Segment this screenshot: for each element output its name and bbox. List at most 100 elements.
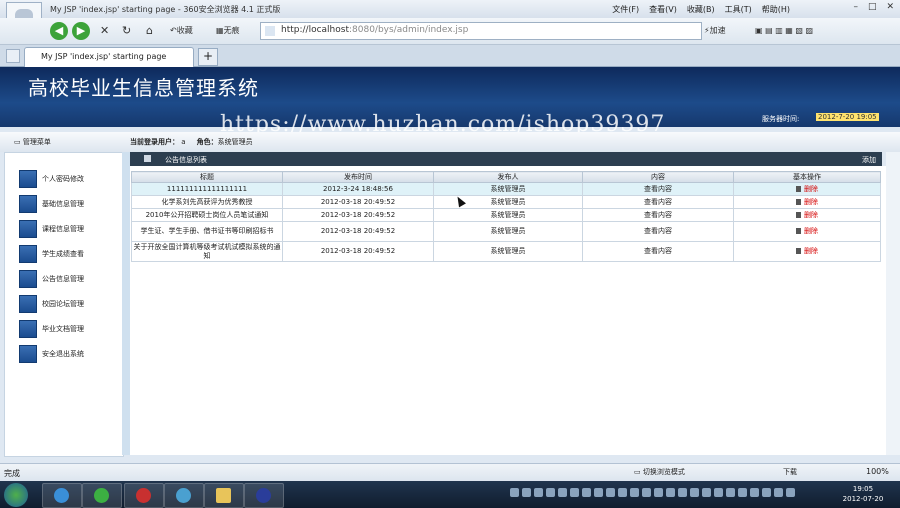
new-tab-button[interactable]: + <box>198 48 218 66</box>
sidebar-item-logout[interactable]: 安全退出系统 <box>19 344 84 364</box>
download-button[interactable]: 下载 <box>783 467 797 477</box>
tray-icon[interactable] <box>510 488 519 497</box>
tray-icon[interactable] <box>534 488 543 497</box>
tray-icon[interactable] <box>714 488 723 497</box>
sidebar-splitter[interactable] <box>122 152 130 455</box>
menu-file[interactable]: 文件(F) <box>612 4 639 15</box>
system-tray <box>510 488 830 500</box>
cell-time: 2012-03-18 20:49:52 <box>282 195 434 209</box>
tray-icon[interactable] <box>582 488 591 497</box>
user-icon <box>19 270 37 288</box>
sidebar-toggle-icon[interactable] <box>6 49 20 63</box>
close-icon[interactable]: ✕ <box>886 2 894 12</box>
sidebar-item-forum[interactable]: 校园论坛管理 <box>19 294 84 314</box>
tray-icon[interactable] <box>618 488 627 497</box>
back-button[interactable]: ◀ <box>50 22 68 40</box>
trash-icon <box>796 185 801 192</box>
tray-icon[interactable] <box>774 488 783 497</box>
forward-button[interactable]: ▶ <box>72 22 90 40</box>
maximize-icon[interactable]: □ <box>868 2 877 12</box>
view-content-link[interactable]: 查看内容 <box>582 195 734 209</box>
tray-icon[interactable] <box>630 488 639 497</box>
clock-time: 19:05 <box>852 485 874 493</box>
table-row: 111111111111111111 2012-3-24 18:48:56 系统… <box>131 182 881 196</box>
tray-icon[interactable] <box>678 488 687 497</box>
tray-icon[interactable] <box>726 488 735 497</box>
tray-icon[interactable] <box>594 488 603 497</box>
delete-link[interactable]: 删除 <box>804 185 818 193</box>
stop-icon[interactable]: ✕ <box>100 24 109 38</box>
tray-icon[interactable] <box>786 488 795 497</box>
cell-actions: 删除 <box>733 221 881 242</box>
delete-link[interactable]: 删除 <box>804 211 818 219</box>
menu-tools[interactable]: 工具(T) <box>725 4 752 15</box>
add-button[interactable]: 添加 <box>862 155 876 165</box>
tray-icon[interactable] <box>606 488 615 497</box>
panel-header <box>130 152 882 166</box>
trash-icon <box>796 228 801 234</box>
delete-link[interactable]: 删除 <box>804 247 818 255</box>
start-button[interactable] <box>4 483 28 507</box>
trash-icon <box>796 248 801 254</box>
view-content-link[interactable]: 查看内容 <box>582 208 734 222</box>
tray-icon[interactable] <box>558 488 567 497</box>
view-mode-toggle[interactable]: ▭ 切换浏览模式 <box>634 467 685 477</box>
taskbar-app[interactable] <box>124 483 164 508</box>
login-info: 当前登录用户： a 角色：系统管理员 <box>130 138 253 146</box>
extension-icons[interactable]: ▣ ▤ ▥ ▦ ▧ ▨ <box>755 24 813 38</box>
menu-view[interactable]: 查看(V) <box>649 4 677 15</box>
tab-index-page[interactable]: My JSP 'index.jsp' starting page <box>24 47 194 67</box>
taskbar-explorer[interactable] <box>204 483 244 508</box>
tray-icon[interactable] <box>570 488 579 497</box>
minimize-icon[interactable]: – <box>853 2 858 12</box>
tray-icon[interactable] <box>750 488 759 497</box>
browser-icon <box>94 488 109 503</box>
sidebar-item-documents[interactable]: 毕业文档管理 <box>19 319 84 339</box>
address-bar[interactable]: http://localhost:8080/bys/admin/index.js… <box>260 22 702 40</box>
view-content-link[interactable]: 查看内容 <box>582 221 734 242</box>
tray-icon[interactable] <box>546 488 555 497</box>
accelerate-button[interactable]: ⚡加速 <box>704 24 726 38</box>
tray-icon[interactable] <box>762 488 771 497</box>
tray-icon[interactable] <box>654 488 663 497</box>
menu-title: ▭ 管理菜单 <box>14 138 51 146</box>
delete-link[interactable]: 删除 <box>804 227 818 235</box>
sidebar-item-grades[interactable]: 学生成绩查看 <box>19 244 84 264</box>
favorites-button[interactable]: ↶收藏 <box>170 24 193 38</box>
sidebar-item-basic-info[interactable]: 基础信息管理 <box>19 194 84 214</box>
tray-icon[interactable] <box>690 488 699 497</box>
tray-icon[interactable] <box>666 488 675 497</box>
taskbar-app[interactable] <box>164 483 204 508</box>
tray-icon[interactable] <box>738 488 747 497</box>
server-time-label: 服务器时间: <box>762 115 800 123</box>
incognito-button[interactable]: ▦无痕 <box>216 24 240 38</box>
cell-actions: 删除 <box>733 208 881 222</box>
taskbar-ie[interactable] <box>42 483 82 508</box>
view-content-link[interactable]: 查看内容 <box>582 182 734 196</box>
tray-icon[interactable] <box>642 488 651 497</box>
user-icon <box>19 195 37 213</box>
menu-favorites[interactable]: 收藏(B) <box>687 4 715 15</box>
scrollbar[interactable] <box>886 152 900 455</box>
tray-icon[interactable] <box>702 488 711 497</box>
tray-icon[interactable] <box>522 488 531 497</box>
window-title: My JSP 'index.jsp' starting page - 360安全… <box>50 5 281 14</box>
cell-time: 2012-03-18 20:49:52 <box>282 241 434 262</box>
menu-help[interactable]: 帮助(H) <box>762 4 790 15</box>
refresh-icon[interactable]: ↻ <box>122 24 131 38</box>
sidebar-item-courses[interactable]: 课程信息管理 <box>19 219 84 239</box>
taskbar-360-browser[interactable] <box>82 483 122 508</box>
view-content-link[interactable]: 查看内容 <box>582 241 734 262</box>
sidebar-item-notices[interactable]: 公告信息管理 <box>19 269 84 289</box>
zoom-level[interactable]: 100% <box>866 467 889 476</box>
home-icon[interactable]: ⌂ <box>146 24 153 38</box>
taskbar-app[interactable] <box>244 483 284 508</box>
delete-link[interactable]: 删除 <box>804 198 818 206</box>
sidebar-item-password[interactable]: 个人密码修改 <box>19 169 84 189</box>
cell-title: 111111111111111111 <box>131 182 283 196</box>
user-icon <box>19 320 37 338</box>
cell-title: 关于开放全国计算机等级考试机试模拟系统的通知 <box>131 241 283 262</box>
user-icon <box>19 220 37 238</box>
status-bar <box>0 463 900 482</box>
taskbar-clock[interactable]: 19:05 2012-07-20 <box>838 484 888 504</box>
